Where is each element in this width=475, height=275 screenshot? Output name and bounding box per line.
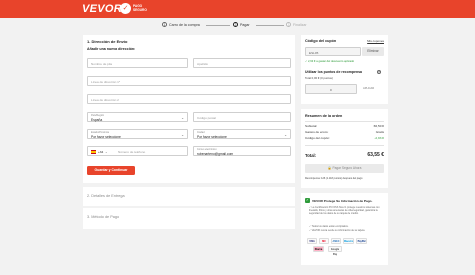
address-line1-field[interactable]: Línea de dirección 1* xyxy=(87,76,291,86)
coupon-title: Código del cupón xyxy=(305,39,337,43)
step-divider xyxy=(206,25,230,26)
top-bar: VEVOR ✓ PAGO SEGURO xyxy=(0,0,475,18)
address-line2-field[interactable]: Línea de dirección 2 xyxy=(87,94,291,104)
chevron-down-icon: ⌄ xyxy=(181,116,184,120)
country-label: País/Región xyxy=(91,114,105,118)
protection-item: ✓ Todos los datos están encriptados. xyxy=(309,225,349,228)
amex-logo: AMEX xyxy=(331,238,341,244)
order-summary-card: Resumen de la orden Subtotal: 66,50 € Ga… xyxy=(301,109,388,188)
chevron-down-icon: ⌄ xyxy=(181,133,184,137)
province-select[interactable]: Estado/Provincia Por favor seleccione ⌄ xyxy=(87,129,188,139)
coupon-discount-label: Código del cupón: xyxy=(305,136,330,140)
coupon-discount-value: -2,93 € xyxy=(374,136,384,140)
my-coupons-link[interactable]: Mis cupones xyxy=(367,39,384,43)
phone-placeholder: Número de teléfono xyxy=(118,150,146,155)
coupon-code-value: ESL05 xyxy=(309,51,319,55)
first-name-field[interactable]: Nombre de pila xyxy=(87,58,188,68)
phone-country-code[interactable]: +34 xyxy=(98,150,103,154)
chevron-down-icon: ⌄ xyxy=(105,150,108,154)
step-number: 1 xyxy=(162,22,167,27)
province-label: Estado/Provincia xyxy=(91,131,109,135)
points-total: Total 0,00 € (0 puntos) xyxy=(305,76,333,80)
points-value: 0 xyxy=(330,88,332,93)
delivery-details-title: 2. Detalles de Entrega xyxy=(87,194,125,198)
subtotal-label: Subtotal: xyxy=(305,124,318,128)
step-finish: 3 Finalizar xyxy=(286,22,307,27)
points-title: Utilizar los puntos de recompensa xyxy=(305,70,362,74)
city-value: Por favor seleccione xyxy=(197,135,227,139)
info-icon[interactable]: ? xyxy=(377,70,381,74)
email-field[interactable]: Correo electrónico rubenarteno@gmail.com xyxy=(193,146,291,156)
paypal-logo: PayPal xyxy=(356,238,367,244)
rewards-note: Recompensa: 126 (1.118 puntos) después d… xyxy=(305,177,363,180)
pay-now-label: Pagar Seguro Ahora xyxy=(332,166,362,170)
shipping-cost-label: Gastos de envío: xyxy=(305,130,329,134)
subtotal-value: 66,50 € xyxy=(373,124,384,128)
protection-title: VEVOR Protege Su Información de Pago. xyxy=(312,198,373,203)
points-input[interactable]: 0 xyxy=(305,84,357,94)
protection-item: ✓ VEVOR nunca vende su información de su… xyxy=(309,229,366,232)
shipping-cost-value: Gratis xyxy=(375,130,384,134)
country-select[interactable]: País/Región España ⌄ xyxy=(87,112,188,122)
summary-title: Resumen de la orden xyxy=(305,114,343,118)
step-label: Pagar xyxy=(240,22,250,27)
delivery-details-card[interactable]: 2. Detalles de Entrega xyxy=(83,187,295,206)
step-pay: 2 Pagar xyxy=(233,22,250,27)
step-number: 3 xyxy=(286,22,291,27)
email-label: Correo electrónico xyxy=(197,148,217,152)
step-label: Carro de la compra xyxy=(169,22,200,27)
step-number: 2 xyxy=(233,22,238,27)
klarna-logo: Klarna xyxy=(313,246,324,252)
checkout-steps: 1 Carro de la compra 2 Pagar 3 Finalizar xyxy=(0,20,475,30)
coupon-card: Código del cupón Mis cupones ESL05 Elimi… xyxy=(301,35,388,104)
mastercard-logo: MC xyxy=(319,238,329,244)
payment-method-card[interactable]: 3. Método de Pago xyxy=(83,208,295,229)
chevron-down-icon: ⌄ xyxy=(284,133,287,137)
coupon-code-field[interactable]: ESL05 xyxy=(305,47,361,56)
postal-code-placeholder: Código postal xyxy=(197,116,216,121)
total-value: 63,55 € xyxy=(367,152,384,158)
last-name-field[interactable]: Apellido xyxy=(193,58,291,68)
step-cart[interactable]: 1 Carro de la compra xyxy=(162,22,200,27)
spain-flag-icon xyxy=(91,150,96,154)
total-label: Total: xyxy=(305,153,317,158)
last-name-placeholder: Apellido xyxy=(197,62,209,67)
step-label: Finalizar xyxy=(293,22,307,27)
payment-method-title: 3. Método de Pago xyxy=(87,215,120,219)
shipping-address-card: 1. Dirección de Envío Añadir una nueva d… xyxy=(83,35,295,183)
apply-points-button[interactable]: APLICAR xyxy=(363,87,374,90)
province-value: Por favor seleccione xyxy=(91,135,121,139)
postal-code-field[interactable]: Código postal xyxy=(193,112,291,122)
email-value: rubenarteno@gmail.com xyxy=(197,152,234,156)
divider xyxy=(305,145,384,146)
save-continue-button[interactable]: Guardar y Continuar xyxy=(87,166,135,175)
maestro-logo: Maestro xyxy=(343,238,354,244)
divider xyxy=(305,121,384,122)
secure-payment-badge: ✓ PAGO SEGURO xyxy=(120,3,147,14)
protection-item: ✓ La Certificación PCI DSS Nivel 1 prote… xyxy=(309,206,380,215)
secure-line2: SEGURO xyxy=(133,7,147,12)
step-divider xyxy=(256,25,284,26)
payment-protection-card: ✓ VEVOR Protege Su Información de Pago. … xyxy=(301,193,388,265)
city-label: Ciudad xyxy=(197,131,205,135)
country-value: España xyxy=(91,118,103,122)
city-select[interactable]: Ciudad Por favor seleccione ⌄ xyxy=(193,129,291,139)
first-name-placeholder: Nombre de pila xyxy=(91,62,112,67)
shipping-title: 1. Dirección de Envío xyxy=(87,39,128,44)
pay-now-button[interactable]: 🔒 Pagar Seguro Ahora xyxy=(305,164,384,173)
address-line1-placeholder: Línea de dirección 1* xyxy=(91,80,121,85)
address-line2-placeholder: Línea de dirección 2 xyxy=(91,98,119,103)
remove-coupon-button[interactable]: Eliminar xyxy=(362,47,384,56)
coupon-applied-message: ✓ 2,93 € a gastar del descuento aplicado xyxy=(305,60,355,63)
vevor-logo[interactable]: VEVOR xyxy=(82,3,122,15)
add-address-subtitle: Añadir una nueva dirección: xyxy=(87,47,136,51)
visa-logo: VISA xyxy=(307,238,317,244)
google-pay-logo: Google Pay xyxy=(328,246,342,256)
shield-icon: ✓ xyxy=(305,198,310,203)
phone-field[interactable]: +34 ⌄ Número de teléfono xyxy=(87,146,188,156)
lock-icon: ✓ xyxy=(120,3,131,14)
